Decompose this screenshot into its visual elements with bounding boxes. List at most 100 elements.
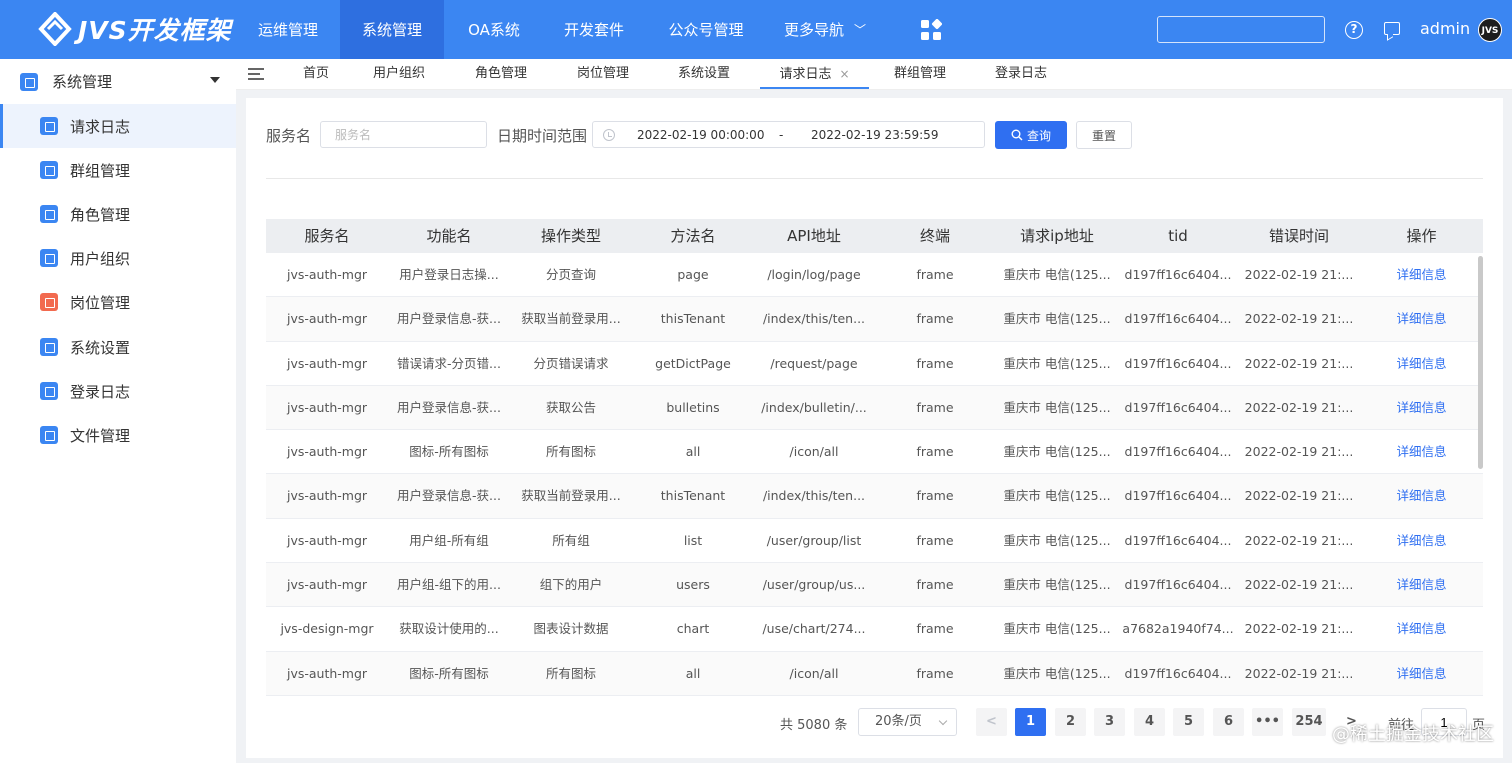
tab-request-log[interactable]: 请求日志 × [760, 59, 869, 89]
page-button[interactable]: 3 [1094, 708, 1125, 736]
table-row[interactable]: jvs-auth-mgr 用户组-所有组 所有组 list/user/group/li… [266, 519, 1483, 564]
sidebar-item-post-mgmt[interactable]: 岗位管理 [0, 280, 236, 324]
tab-post-mgmt[interactable]: 岗位管理 [570, 59, 636, 89]
table-row[interactable]: jvs-design-mgr 获取设计使用的... 图表设计数据 chart/use/… [266, 607, 1483, 652]
detail-link[interactable]: 详细信息 [1360, 563, 1483, 606]
sidebar-item-role-mgmt[interactable]: 角色管理 [0, 192, 236, 236]
sidebar-item-login-log[interactable]: 登录日志 [0, 369, 236, 413]
cell-operation: 所有组 [552, 532, 590, 548]
tab-user-org[interactable]: 用户组织 [366, 59, 432, 89]
detail-link[interactable]: 详细信息 [1360, 342, 1483, 385]
column-header-function: 功能名 [426, 227, 472, 245]
search-icon [1011, 129, 1023, 141]
nav-item-devkit[interactable]: 开发套件 [544, 0, 644, 59]
table-row[interactable]: jvs-auth-mgr 用户组-组下的用... 组下的用户 users/user/g… [266, 563, 1483, 608]
page-button[interactable]: 254 [1292, 708, 1326, 736]
detail-link[interactable]: 详细信息 [1360, 297, 1483, 340]
datetime-range-picker[interactable]: 2022-02-19 00:00:00 - 2022-02-19 23:59:5… [592, 121, 985, 148]
cell-api: /index/this/ten... [762, 488, 866, 504]
sidebar-item-file-mgmt[interactable]: 文件管理 [0, 413, 236, 457]
nav-item-label: 开发套件 [563, 21, 624, 39]
page-tabs-bar: 首页 用户组织 角色管理 岗位管理 系统设置 请求日志 × 群组管理 登录日志 [236, 59, 1512, 90]
cell-method: users [676, 577, 710, 593]
group-icon [40, 161, 58, 179]
sidebar-group-system[interactable]: 系统管理 [0, 59, 236, 104]
chevron-down-icon [938, 716, 948, 726]
detail-link[interactable]: 详细信息 [1360, 386, 1483, 429]
cell-function: 错误请求-分页错... [397, 355, 501, 371]
table-row[interactable]: jvs-auth-mgr 用户登录信息-获... 获取公告 bulletins/ind… [266, 385, 1483, 431]
tab-label: 岗位管理 [576, 66, 629, 81]
cell-error-time: 2022-02-19 21:... [1244, 532, 1354, 548]
tab-group-mgmt[interactable]: 群组管理 [887, 59, 953, 89]
nav-item-wechat[interactable]: 公众号管理 [644, 0, 768, 59]
detail-link[interactable]: 详细信息 [1360, 607, 1483, 650]
sidebar-item-label: 岗位管理 [70, 293, 131, 312]
nav-item-ops[interactable]: 运维管理 [236, 0, 340, 59]
settings-icon [40, 338, 58, 356]
sidebar-item-user-org[interactable]: 用户组织 [0, 236, 236, 280]
detail-link[interactable]: 详细信息 [1360, 519, 1483, 562]
prev-page-button[interactable]: < [976, 708, 1007, 736]
nav-item-label: OA系统 [468, 21, 520, 39]
cell-terminal: frame [916, 444, 954, 460]
nav-item-more[interactable]: 更多导航 ﹀ [768, 0, 882, 59]
cell-service: jvs-design-mgr [280, 621, 374, 637]
nav-item-system[interactable]: 系统管理 [340, 0, 444, 59]
start-datetime[interactable]: 2022-02-19 00:00:00 [637, 128, 764, 142]
query-button[interactable]: 查询 [995, 121, 1067, 149]
page-button[interactable]: 5 [1173, 708, 1204, 736]
cell-service: jvs-auth-mgr [286, 577, 368, 593]
sidebar-item-request-log[interactable]: 请求日志 [0, 104, 236, 148]
global-search-input[interactable] [1157, 16, 1325, 43]
cell-operation: 所有图标 [545, 444, 596, 460]
cell-ip: 重庆市 电信(125... [1003, 577, 1111, 593]
end-datetime[interactable]: 2022-02-19 23:59:59 [811, 128, 938, 142]
username[interactable]: admin [1420, 19, 1470, 38]
cell-service: jvs-auth-mgr [286, 665, 368, 681]
page-button[interactable]: 6 [1213, 708, 1244, 736]
table-row[interactable]: jvs-auth-mgr 用户登录日志操... 分页查询 page/login/log… [266, 253, 1483, 298]
close-icon[interactable]: × [839, 67, 849, 81]
service-name-label: 服务名 [266, 127, 312, 145]
brand-logo[interactable]: JVS开发框架 [38, 10, 232, 48]
table-row[interactable]: jvs-auth-mgr 图标-所有图标 所有图标 all/icon/all frame… [266, 430, 1483, 475]
cell-tid: d197ff16c6404... [1124, 444, 1232, 460]
cell-function: 用户登录信息-获... [397, 311, 501, 327]
cell-terminal: frame [916, 532, 954, 548]
message-icon[interactable] [1384, 22, 1400, 35]
more-pages-button[interactable]: ••• [1252, 708, 1283, 736]
table-scrollbar[interactable] [1478, 256, 1483, 469]
service-name-input[interactable] [320, 121, 487, 148]
cell-ip: 重庆市 电信(125... [1003, 665, 1111, 681]
detail-link[interactable]: 详细信息 [1360, 430, 1483, 473]
detail-link[interactable]: 详细信息 [1360, 253, 1483, 296]
detail-link[interactable]: 详细信息 [1360, 474, 1483, 517]
table-row[interactable]: jvs-auth-mgr 错误请求-分页错... 分页错误请求 getDictPage… [266, 342, 1483, 386]
detail-link[interactable]: 详细信息 [1360, 652, 1483, 695]
cell-service: jvs-auth-mgr [286, 488, 368, 504]
nav-item-oa[interactable]: OA系统 [444, 0, 544, 59]
tab-label: 登录日志 [994, 66, 1047, 81]
sidebar-item-system-settings[interactable]: 系统设置 [0, 325, 236, 369]
sidebar-item-label: 系统设置 [70, 338, 131, 357]
table-row[interactable]: jvs-auth-mgr 用户登录信息-获... 获取当前登录用... thisTen… [266, 474, 1483, 519]
table-row[interactable]: jvs-auth-mgr 图标-所有图标 所有图标 all/icon/all frame… [266, 651, 1483, 696]
page-button[interactable]: 2 [1055, 708, 1086, 736]
menu-toggle-icon[interactable] [248, 68, 264, 80]
tab-login-log[interactable]: 登录日志 [988, 59, 1054, 89]
table-row[interactable]: jvs-auth-mgr 用户登录信息-获... 获取当前登录用... thisTen… [266, 297, 1483, 342]
cell-terminal: frame [916, 267, 954, 282]
sidebar-item-group-mgmt[interactable]: 群组管理 [0, 148, 236, 192]
tab-system-settings[interactable]: 系统设置 [671, 59, 737, 89]
cell-tid: d197ff16c6404... [1124, 532, 1232, 548]
page-size-select[interactable]: 20条/页 [858, 708, 957, 736]
avatar[interactable]: JVS [1478, 18, 1502, 42]
reset-button[interactable]: 重置 [1076, 121, 1132, 149]
tab-role-mgmt[interactable]: 角色管理 [468, 59, 534, 89]
help-icon[interactable]: ? [1345, 21, 1363, 39]
tab-home[interactable]: 首页 [294, 59, 338, 89]
page-button[interactable]: 1 [1015, 708, 1046, 736]
apps-grid-icon[interactable] [920, 19, 942, 41]
page-button[interactable]: 4 [1134, 708, 1165, 736]
